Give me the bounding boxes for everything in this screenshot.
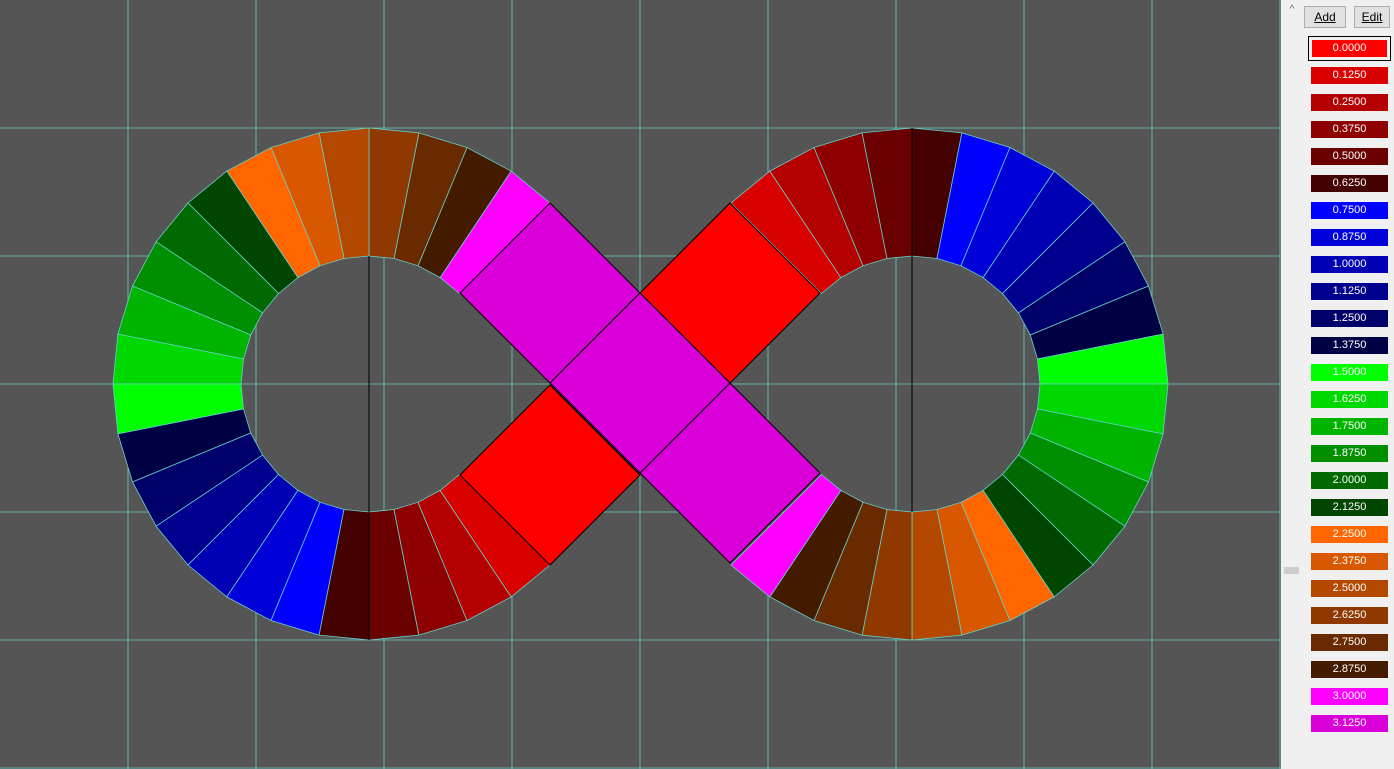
color-swatch[interactable]: 1.8750 <box>1311 445 1388 462</box>
color-swatch[interactable]: 2.3750 <box>1311 553 1388 570</box>
color-swatch[interactable]: 1.5000 <box>1311 364 1388 381</box>
scroll-thumb[interactable] <box>1284 567 1299 574</box>
color-swatch[interactable]: 1.6250 <box>1311 391 1388 408</box>
color-swatch[interactable]: 3.0000 <box>1311 688 1388 705</box>
color-swatch[interactable]: 3.1250 <box>1311 715 1388 732</box>
figure-eight-track[interactable] <box>0 0 1281 769</box>
color-swatch[interactable]: 0.7500 <box>1311 202 1388 219</box>
color-swatch[interactable]: 0.1250 <box>1311 67 1388 84</box>
color-swatch[interactable]: 0.0000 <box>1308 36 1391 61</box>
vertical-scrollbar[interactable]: ^ <box>1281 0 1303 769</box>
track-canvas[interactable] <box>0 0 1281 769</box>
color-swatch[interactable]: 0.6250 <box>1311 175 1388 192</box>
color-swatch[interactable]: 2.1250 <box>1311 499 1388 516</box>
color-swatch[interactable]: 1.7500 <box>1311 418 1388 435</box>
color-swatch[interactable]: 2.2500 <box>1311 526 1388 543</box>
add-button[interactable]: Add <box>1304 6 1346 28</box>
color-swatch[interactable]: 2.5000 <box>1311 580 1388 597</box>
color-swatch[interactable]: 2.6250 <box>1311 607 1388 624</box>
color-swatch[interactable]: 0.8750 <box>1311 229 1388 246</box>
color-swatch[interactable]: 1.1250 <box>1311 283 1388 300</box>
edit-button[interactable]: Edit <box>1354 6 1390 28</box>
color-swatch[interactable]: 0.3750 <box>1311 121 1388 138</box>
color-swatch[interactable]: 2.0000 <box>1311 472 1388 489</box>
color-swatch[interactable]: 1.3750 <box>1311 337 1388 354</box>
color-swatch[interactable]: 2.8750 <box>1311 661 1388 678</box>
color-swatch[interactable]: 2.7500 <box>1311 634 1388 651</box>
color-swatch[interactable]: 1.0000 <box>1311 256 1388 273</box>
color-swatch[interactable]: 1.2500 <box>1311 310 1388 327</box>
color-swatch[interactable]: 0.2500 <box>1311 94 1388 111</box>
color-swatch[interactable]: 0.5000 <box>1311 148 1388 165</box>
chevron-up-icon[interactable]: ^ <box>1281 2 1303 18</box>
